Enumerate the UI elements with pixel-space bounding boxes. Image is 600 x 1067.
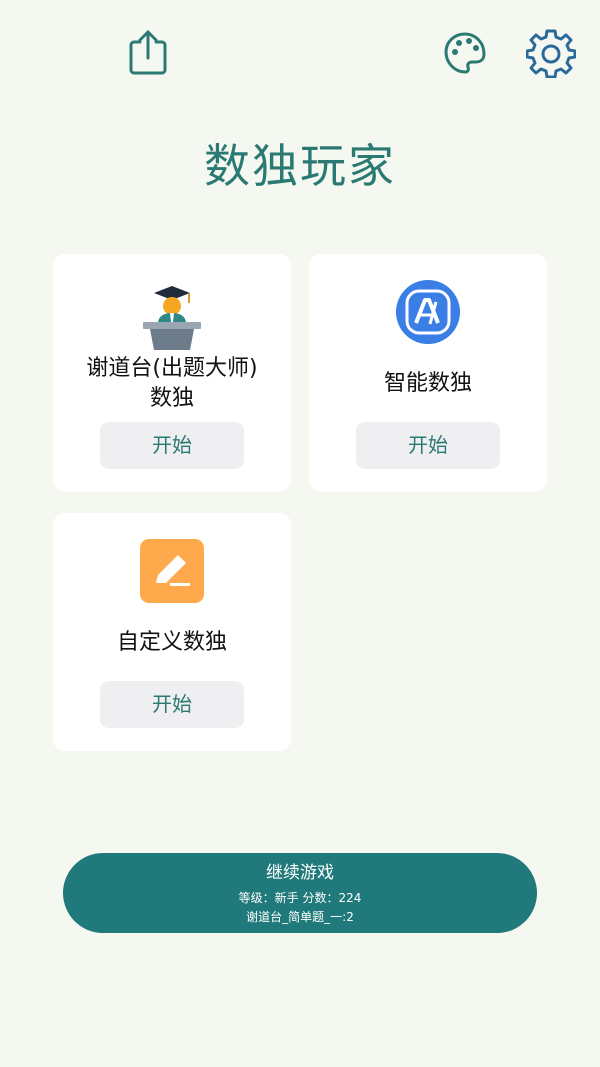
share-button[interactable] xyxy=(124,26,172,78)
ai-icon xyxy=(396,280,460,344)
theme-button[interactable] xyxy=(440,28,490,78)
card-custom-sudoku: 自定义数独 开始 xyxy=(53,513,291,751)
continue-label: 继续游戏 xyxy=(266,863,334,883)
level-label: 等级： xyxy=(238,891,275,905)
start-button-teacher[interactable]: 开始 xyxy=(100,422,244,469)
start-button-custom[interactable]: 开始 xyxy=(100,681,244,728)
card-teacher-sudoku: 谢道台(出题大师) 数独 开始 xyxy=(53,254,291,492)
card-ai-sudoku: 智能数独 开始 xyxy=(309,254,547,492)
teacher-podium-icon xyxy=(143,286,201,350)
card-title: 自定义数独 xyxy=(116,630,227,655)
card-title: 智能数独 xyxy=(383,371,472,396)
edit-icon xyxy=(140,539,204,603)
share-icon xyxy=(129,30,167,75)
gear-icon xyxy=(526,29,576,78)
card-title-line2: 数独 xyxy=(149,386,194,411)
settings-button[interactable] xyxy=(524,26,578,80)
continue-game-button[interactable]: 继续游戏 等级：新手 分数：224 谢道台_简单题_一:2 xyxy=(63,853,537,933)
player-status: 等级：新手 分数：224 xyxy=(63,889,537,907)
palette-icon xyxy=(444,32,486,74)
page-title: 数独玩家 xyxy=(204,139,396,193)
level-value: 新手 xyxy=(274,891,299,905)
start-button-ai[interactable]: 开始 xyxy=(356,422,500,469)
score-label: 分数： xyxy=(302,891,339,905)
score-value: 224 xyxy=(338,891,362,905)
home-screen: { "toolbar": { "share_icon": "share-icon… xyxy=(0,0,600,1067)
puzzle-info: 谢道台_简单题_一:2 xyxy=(246,910,354,924)
card-title-line1: 谢道台(出题大师) xyxy=(86,356,258,381)
